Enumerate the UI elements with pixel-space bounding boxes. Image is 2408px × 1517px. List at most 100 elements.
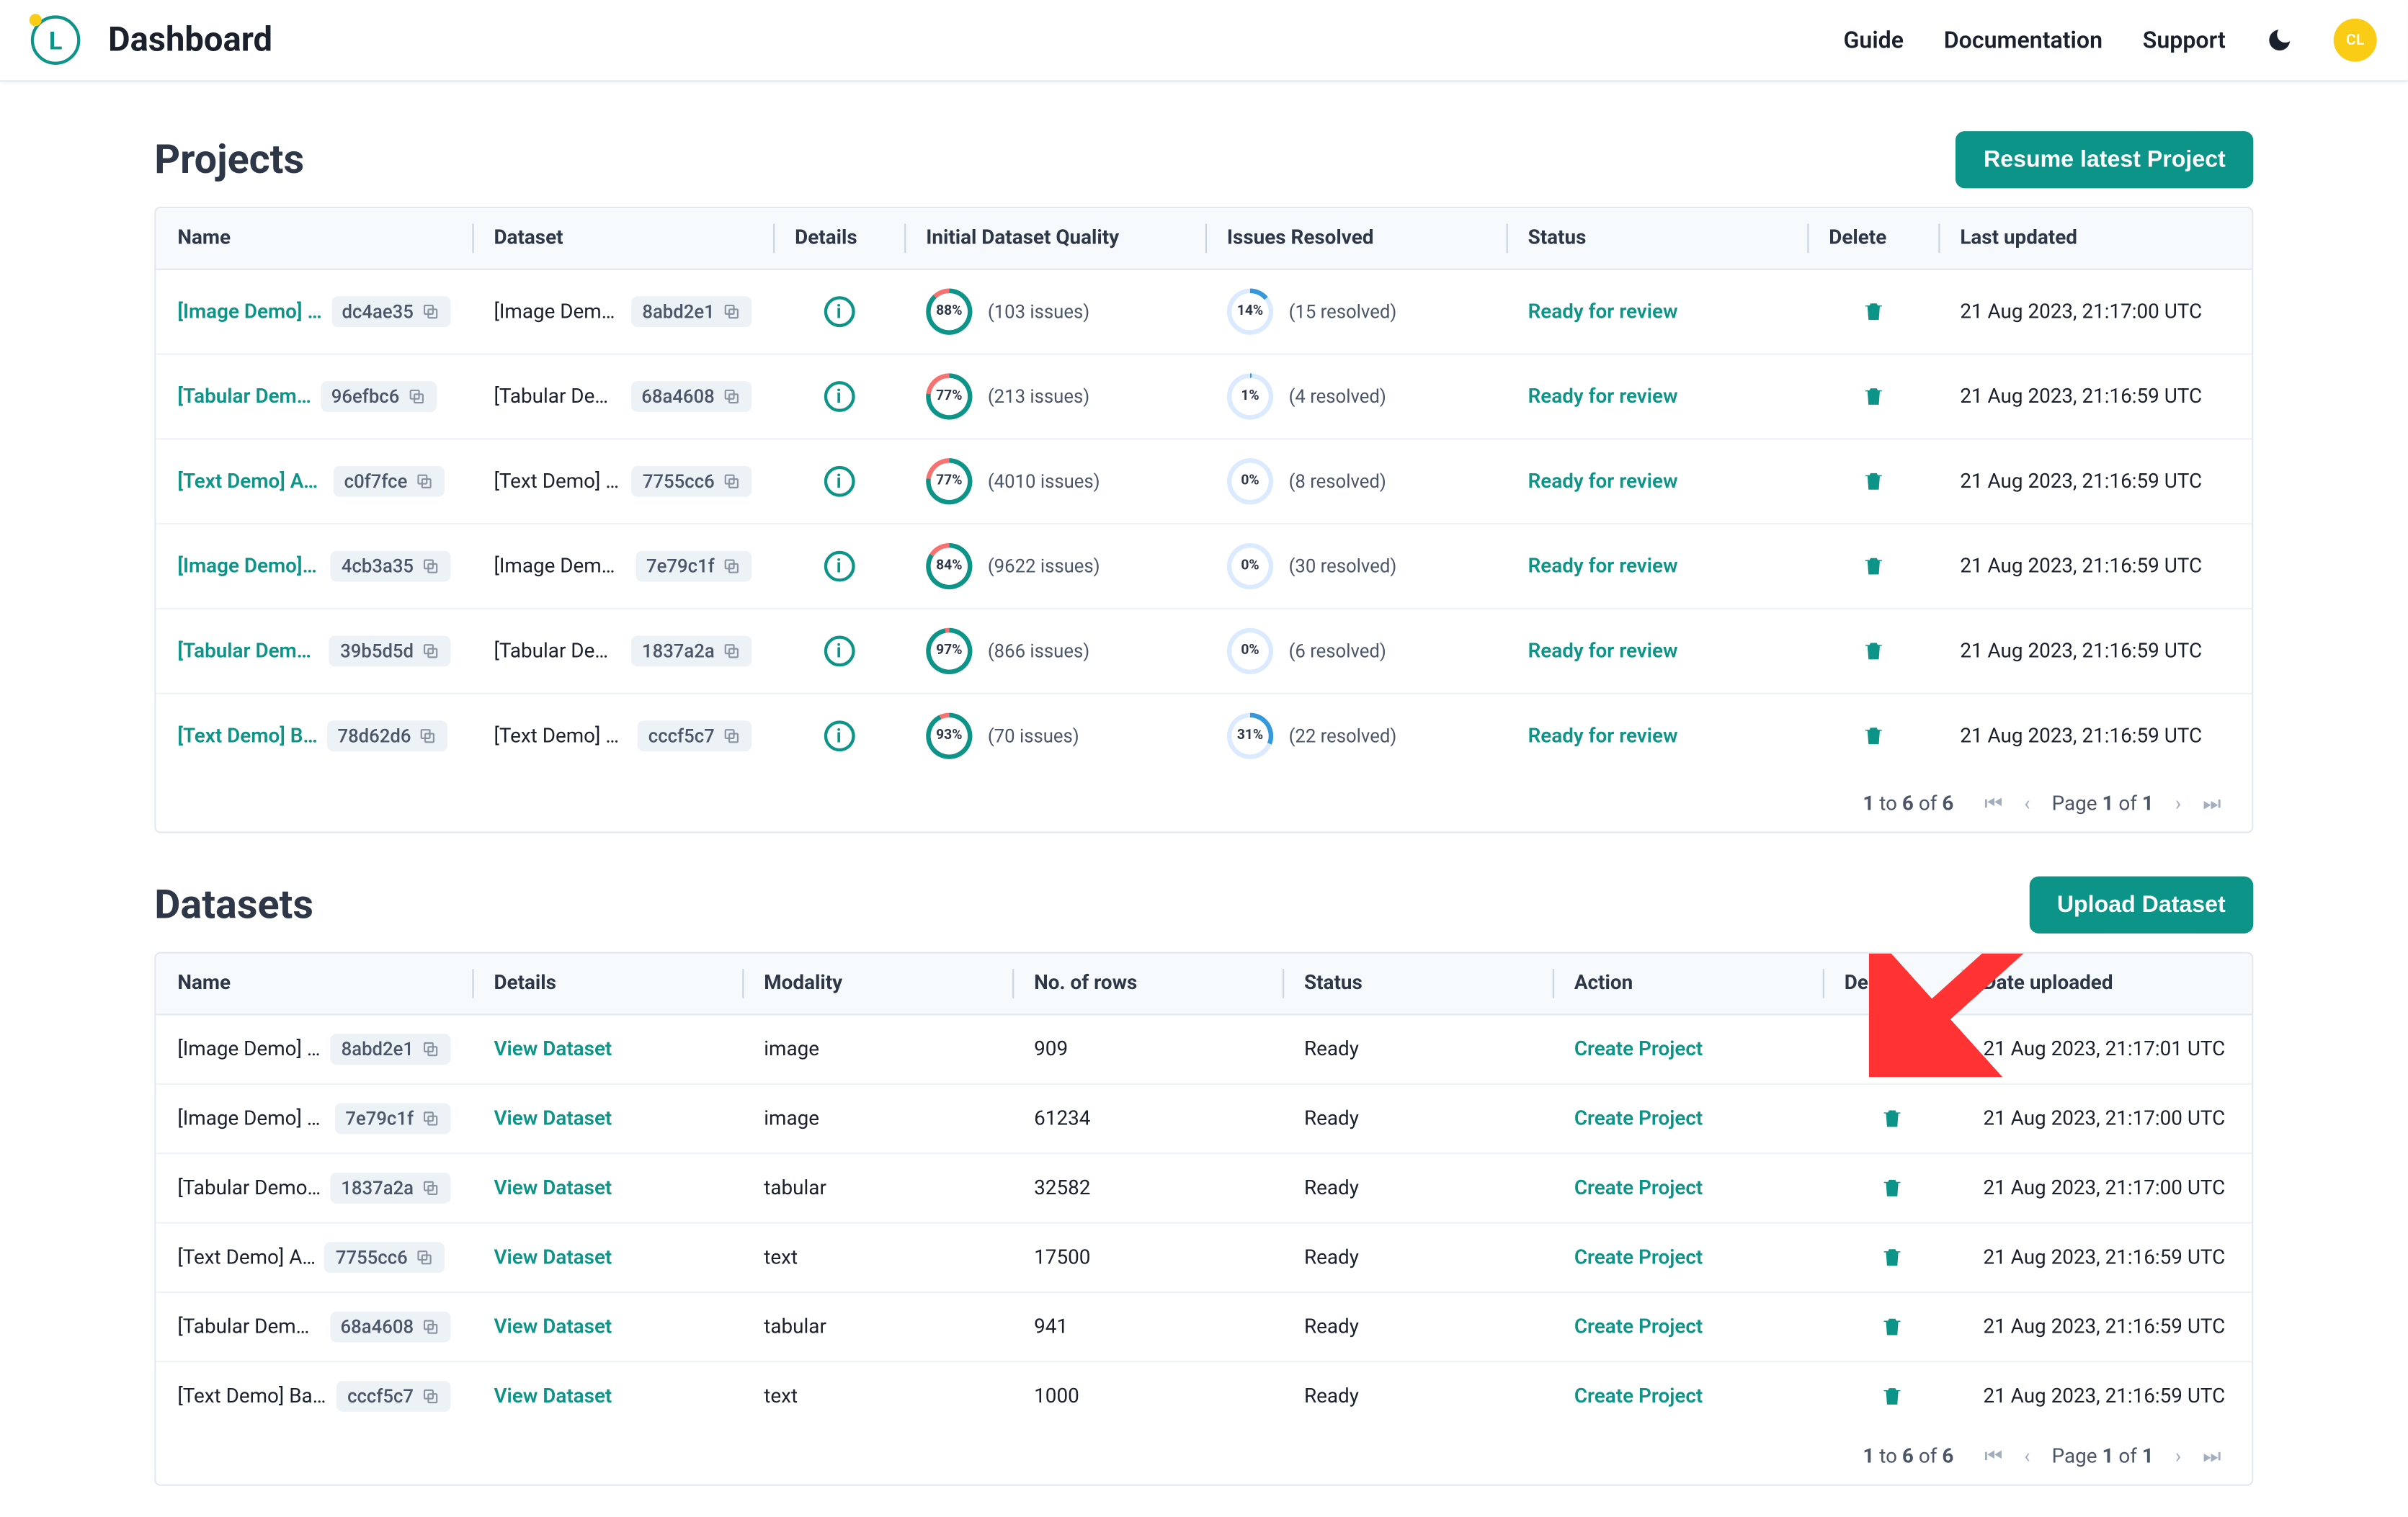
page-next-icon[interactable]: › — [2175, 793, 2181, 816]
status-link[interactable]: Ready for review — [1528, 300, 1678, 323]
status-link[interactable]: Ready for review — [1528, 725, 1678, 748]
trash-icon[interactable] — [1880, 1384, 1904, 1408]
col-status[interactable]: Status — [1507, 208, 1808, 269]
view-dataset-link[interactable]: View Dataset — [494, 1037, 612, 1060]
status-link[interactable]: Ready for review — [1528, 470, 1678, 493]
copy-icon[interactable] — [407, 388, 426, 406]
project-name-link[interactable]: [Text Demo] Am… — [177, 470, 324, 493]
page-last-icon[interactable]: ⏭ — [2203, 1446, 2221, 1469]
id-chip[interactable]: cccf5c7 — [336, 1381, 450, 1412]
page-prev-icon[interactable]: ‹ — [2024, 793, 2030, 816]
dcol-delete[interactable]: Delete — [1823, 954, 1962, 1014]
copy-icon[interactable] — [722, 642, 741, 661]
view-dataset-link[interactable]: View Dataset — [494, 1315, 612, 1338]
avatar[interactable]: CL — [2334, 19, 2377, 62]
project-name-link[interactable]: [Text Demo] B… — [177, 725, 317, 748]
info-icon[interactable]: i — [824, 296, 855, 327]
id-chip[interactable]: 39b5d5d — [329, 636, 450, 667]
resume-project-button[interactable]: Resume latest Project — [1956, 131, 2253, 188]
trash-icon[interactable] — [1880, 1315, 1904, 1339]
trash-icon[interactable] — [1860, 554, 1885, 578]
copy-icon[interactable] — [722, 472, 741, 491]
create-project-link[interactable]: Create Project — [1574, 1246, 1703, 1269]
copy-icon[interactable] — [722, 557, 741, 576]
create-project-link[interactable]: Create Project — [1574, 1176, 1703, 1199]
col-delete[interactable]: Delete — [1807, 208, 1938, 269]
status-link[interactable]: Ready for review — [1528, 385, 1678, 408]
copy-icon[interactable] — [422, 1387, 440, 1406]
info-icon[interactable]: i — [824, 636, 855, 667]
project-name-link[interactable]: [Image Demo] … — [177, 300, 321, 323]
copy-icon[interactable] — [422, 1040, 440, 1059]
col-updated[interactable]: Last updated — [1938, 208, 2252, 269]
create-project-link[interactable]: Create Project — [1574, 1315, 1703, 1338]
page-last-icon[interactable]: ⏭ — [2203, 793, 2221, 816]
id-chip[interactable]: 8abd2e1 — [331, 1034, 451, 1065]
copy-icon[interactable] — [419, 727, 437, 746]
dcol-uploaded[interactable]: Date uploaded — [1961, 954, 2252, 1014]
nav-guide[interactable]: Guide — [1843, 26, 1904, 54]
info-icon[interactable]: i — [824, 466, 855, 497]
col-issues[interactable]: Issues Resolved — [1205, 208, 1507, 269]
dcol-modality[interactable]: Modality — [742, 954, 1012, 1014]
copy-icon[interactable] — [422, 1178, 440, 1197]
view-dataset-link[interactable]: View Dataset — [494, 1176, 612, 1199]
nav-support[interactable]: Support — [2143, 26, 2226, 54]
project-name-link[interactable]: [Tabular Demo… — [177, 640, 320, 663]
id-chip[interactable]: 1837a2a — [631, 636, 752, 667]
id-chip[interactable]: 8abd2e1 — [631, 296, 752, 327]
page-first-icon[interactable]: ⏮ — [1984, 793, 2002, 816]
upload-dataset-button[interactable]: Upload Dataset — [2029, 877, 2253, 934]
dark-mode-icon[interactable] — [2265, 26, 2293, 54]
id-chip[interactable]: 78d62d6 — [326, 720, 447, 751]
status-link[interactable]: Ready for review — [1528, 640, 1678, 663]
col-quality[interactable]: Initial Dataset Quality — [904, 208, 1205, 269]
trash-icon[interactable] — [1860, 724, 1885, 748]
dcol-name[interactable]: Name — [156, 954, 472, 1014]
col-name[interactable]: Name — [156, 208, 472, 269]
view-dataset-link[interactable]: View Dataset — [494, 1107, 612, 1130]
view-dataset-link[interactable]: View Dataset — [494, 1246, 612, 1269]
nav-documentation[interactable]: Documentation — [1944, 26, 2102, 54]
id-chip[interactable]: c0f7fce — [334, 466, 445, 497]
copy-icon[interactable] — [422, 642, 440, 661]
copy-icon[interactable] — [422, 1109, 440, 1128]
id-chip[interactable]: cccf5c7 — [638, 720, 752, 751]
dcol-action[interactable]: Action — [1553, 954, 1823, 1014]
copy-icon[interactable] — [722, 727, 741, 746]
col-details[interactable]: Details — [773, 208, 904, 269]
project-name-link[interactable]: [Image Demo] … — [177, 555, 321, 578]
project-name-link[interactable]: [Tabular Dem… — [177, 385, 311, 408]
create-project-link[interactable]: Create Project — [1574, 1107, 1703, 1130]
logo-icon[interactable]: L — [31, 15, 81, 65]
trash-icon[interactable] — [1880, 1176, 1904, 1200]
info-icon[interactable]: i — [824, 720, 855, 751]
dcol-rows[interactable]: No. of rows — [1012, 954, 1283, 1014]
copy-icon[interactable] — [422, 1317, 440, 1336]
id-chip[interactable]: 7e79c1f — [636, 551, 752, 582]
trash-icon[interactable] — [1860, 384, 1885, 408]
id-chip[interactable]: 7e79c1f — [334, 1104, 450, 1135]
trash-icon[interactable] — [1880, 1037, 1904, 1061]
trash-icon[interactable] — [1880, 1106, 1904, 1131]
id-chip[interactable]: 7755cc6 — [325, 1242, 445, 1273]
status-link[interactable]: Ready for review — [1528, 555, 1678, 578]
page-next-icon[interactable]: › — [2175, 1446, 2181, 1469]
info-icon[interactable]: i — [824, 551, 855, 582]
info-icon[interactable]: i — [824, 381, 855, 412]
create-project-link[interactable]: Create Project — [1574, 1384, 1703, 1408]
copy-icon[interactable] — [722, 303, 741, 321]
copy-icon[interactable] — [415, 1248, 434, 1267]
trash-icon[interactable] — [1860, 300, 1885, 324]
copy-icon[interactable] — [415, 472, 434, 491]
page-first-icon[interactable]: ⏮ — [1984, 1446, 2002, 1469]
create-project-link[interactable]: Create Project — [1574, 1037, 1703, 1060]
trash-icon[interactable] — [1860, 469, 1885, 493]
copy-icon[interactable] — [422, 557, 440, 576]
id-chip[interactable]: 1837a2a — [330, 1173, 450, 1204]
trash-icon[interactable] — [1860, 639, 1885, 663]
trash-icon[interactable] — [1880, 1245, 1904, 1270]
page-prev-icon[interactable]: ‹ — [2024, 1446, 2030, 1469]
id-chip[interactable]: 96efbc6 — [321, 381, 437, 412]
col-dataset[interactable]: Dataset — [472, 208, 773, 269]
